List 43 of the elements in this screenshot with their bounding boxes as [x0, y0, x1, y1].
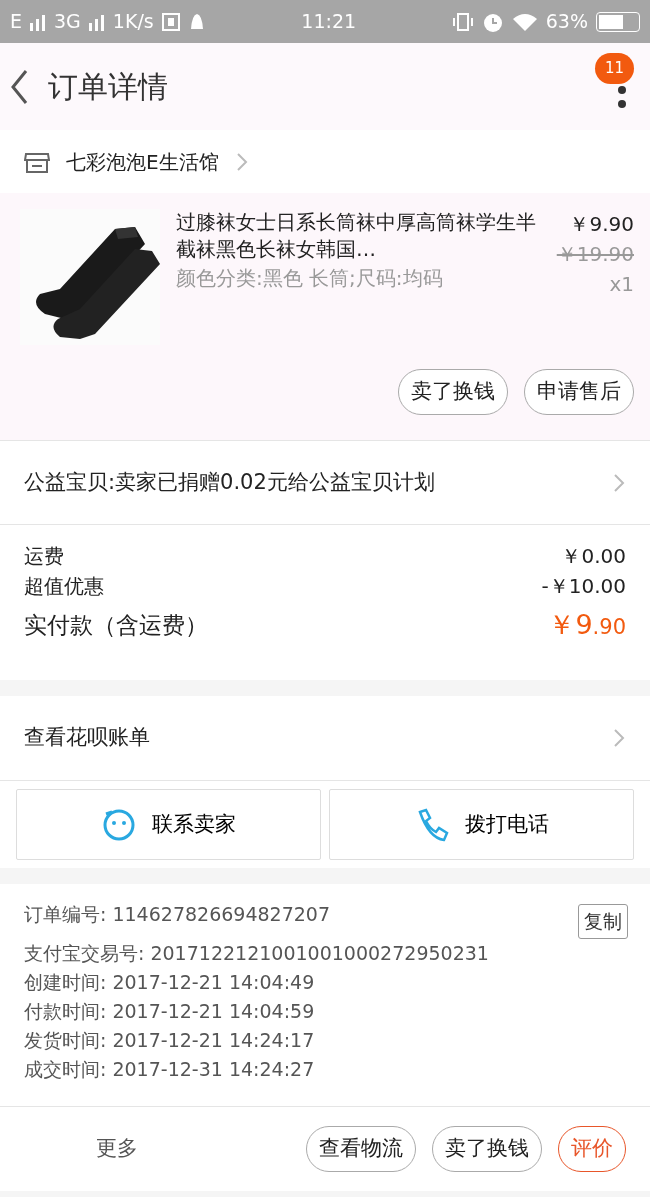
order-detail: 发货时间: 2017-12-21 14:24:17 — [24, 1028, 315, 1053]
speed-label: 1K/s — [112, 9, 154, 35]
notification-badge: 11 — [594, 53, 634, 84]
product-spec: 颜色分类:黑色 长筒;尺码:均码 — [176, 265, 444, 292]
shop-name[interactable]: 七彩泡泡E生活馆 — [66, 146, 219, 177]
vibrate-icon — [451, 11, 474, 32]
signal-icon — [88, 12, 105, 31]
sim-icon — [161, 12, 180, 31]
network-label: E — [10, 9, 22, 35]
original-price: ￥19.90 — [556, 241, 634, 268]
quantity: x1 — [608, 271, 634, 298]
signal-icon — [30, 12, 46, 31]
fee-value: -￥10.00 — [541, 573, 626, 600]
clock: 11:21 — [301, 9, 358, 35]
order-detail: 成交时间: 2017-12-31 14:24:27 — [24, 1057, 315, 1082]
pill-button[interactable]: 查看物流 — [306, 1126, 416, 1172]
fee-value: ￥0.00 — [561, 543, 626, 570]
pill-button[interactable]: 卖了换钱 — [398, 369, 508, 415]
fee-label: 实付款（含运费） — [24, 611, 208, 640]
chevron-icon[interactable] — [612, 471, 626, 494]
pill-button[interactable]: 评价 — [558, 1126, 626, 1172]
pill-button[interactable]: 申请售后 — [524, 369, 634, 415]
order-detail: 付款时间: 2017-12-21 14:04:59 — [24, 999, 315, 1024]
copy-button[interactable]: 复制 — [578, 904, 628, 939]
contact-button[interactable]: 联系卖家 — [16, 789, 321, 860]
contact-button[interactable]: 拨打电话 — [329, 789, 634, 860]
order-detail: 创建时间: 2017-12-21 14:04:49 — [24, 970, 315, 995]
order-detail: 订单编号: 114627826694827207 — [24, 902, 331, 927]
order-detail: 支付宝交易号: 2017122121001001000272950231 — [24, 941, 489, 966]
price: ￥9.90 — [568, 211, 634, 238]
fee-label: 运费 — [24, 543, 64, 570]
fee-label: 超值优惠 — [24, 573, 104, 600]
battery-icon — [596, 11, 640, 32]
chat-icon — [101, 807, 136, 842]
product-title[interactable]: 过膝袜女士日系长筒袜中厚高筒袜学生半截袜黑色长袜女韩国… — [176, 209, 549, 263]
wifi-icon — [511, 11, 538, 32]
chevron-icon[interactable] — [234, 150, 249, 173]
chevron-icon[interactable] — [612, 727, 626, 749]
battery-percent: 63% — [545, 9, 588, 35]
fee-value: ￥9.90 — [548, 608, 626, 642]
pill-button[interactable]: 卖了换钱 — [432, 1126, 542, 1172]
more-link[interactable]: 更多 — [24, 1133, 290, 1165]
network-label: 3G — [54, 9, 81, 35]
